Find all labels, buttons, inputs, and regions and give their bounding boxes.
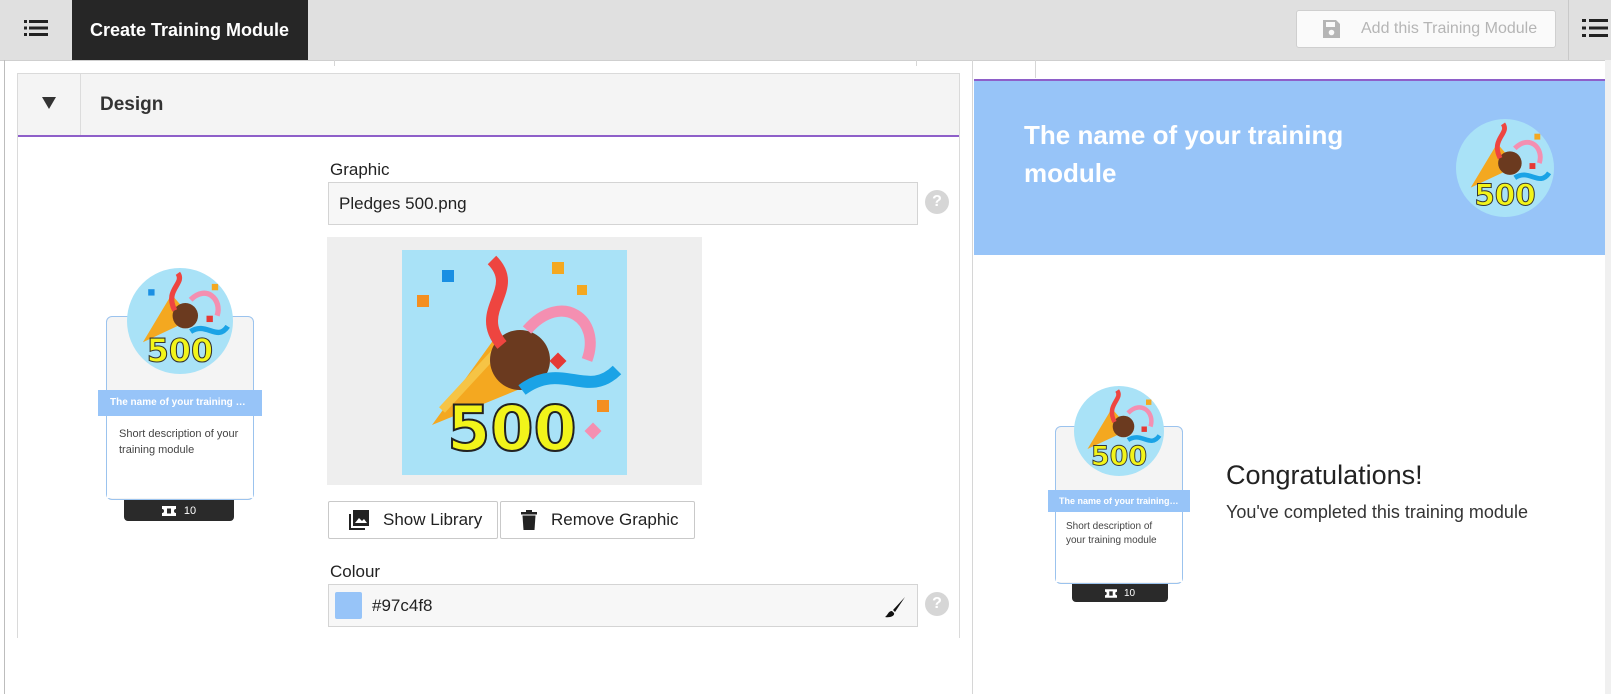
- completed-badge-name: The name of your training module: [1048, 490, 1190, 512]
- completed-badge-points-value: 10: [1123, 587, 1136, 599]
- colour-label: Colour: [330, 562, 381, 581]
- design-section-title: Design: [100, 93, 164, 115]
- page-title-tab[interactable]: Create Training Module: [72, 0, 308, 60]
- topbar-divider: [1568, 0, 1569, 60]
- colour-input[interactable]: #97c4f8: [328, 584, 918, 627]
- colour-input-value: #97c4f8: [372, 595, 433, 615]
- paint-brush-icon[interactable]: [883, 595, 907, 619]
- image-library-icon: [349, 510, 369, 530]
- remove-graphic-button[interactable]: Remove Graphic: [500, 501, 695, 539]
- divider: [334, 60, 335, 66]
- list-view-button[interactable]: [1582, 16, 1608, 45]
- colour-help-icon[interactable]: ?: [925, 592, 949, 616]
- divider: [916, 60, 917, 66]
- badge-description: Short description of your training modul…: [107, 416, 253, 498]
- graphic-input-value: Pledges 500.png: [339, 193, 467, 213]
- badge-name: The name of your training module: [98, 390, 262, 416]
- badge-points-value: 10: [183, 504, 197, 517]
- graphic-input[interactable]: Pledges 500.png: [328, 182, 918, 225]
- congrats-text: You've completed this training module: [1226, 502, 1528, 522]
- preview-title: The name of your training module: [1024, 120, 1344, 188]
- scrollbar[interactable]: [1605, 60, 1611, 694]
- completed-badge-graphic: 500: [1074, 386, 1164, 476]
- preview-badge-graphic: 500: [1456, 119, 1554, 217]
- ticket-icon: [161, 505, 176, 516]
- question-mark-icon: ?: [932, 193, 942, 210]
- preview-graphic-number: 500: [1474, 178, 1535, 212]
- badge-graphic-number: 500: [147, 332, 213, 369]
- completed-badge-points: 10: [1072, 584, 1168, 602]
- colour-swatch: [335, 592, 362, 619]
- congrats-title: Congratulations!: [1226, 460, 1423, 490]
- question-mark-icon: ?: [932, 595, 942, 612]
- badge-points: 10: [124, 500, 234, 521]
- show-library-button[interactable]: Show Library: [328, 501, 498, 539]
- completed-badge-description: Short description of your training modul…: [1056, 512, 1182, 582]
- design-section-header[interactable]: Design: [18, 74, 959, 137]
- collapse-toggle[interactable]: [18, 74, 81, 135]
- ticket-icon: [1104, 588, 1117, 598]
- graphic-image: 500: [402, 250, 627, 475]
- add-button-label: Add this Training Module: [1361, 20, 1538, 37]
- menu-button[interactable]: [0, 0, 72, 60]
- graphic-help-icon[interactable]: ?: [925, 190, 949, 214]
- divider: [1035, 60, 1036, 78]
- graphic-label: Graphic: [330, 160, 390, 179]
- show-library-label: Show Library: [383, 510, 483, 529]
- graphic-image-number: 500: [447, 392, 576, 465]
- menu-lines-icon: [24, 19, 48, 42]
- save-disk-icon: [1321, 19, 1341, 39]
- badge-graphic: 500: [127, 268, 233, 374]
- graphic-preview: 500: [327, 237, 702, 485]
- trash-icon: [521, 510, 537, 530]
- preview-header: The name of your training module 500: [974, 81, 1605, 255]
- top-bar: Create Training Module Add this Training…: [0, 0, 1611, 61]
- list-icon: [1582, 16, 1608, 45]
- add-training-module-button[interactable]: Add this Training Module: [1296, 10, 1556, 48]
- completed-graphic-number: 500: [1091, 441, 1147, 472]
- remove-graphic-label: Remove Graphic: [551, 510, 679, 529]
- page-title: Create Training Module: [90, 19, 290, 40]
- triangle-down-icon: [42, 96, 56, 114]
